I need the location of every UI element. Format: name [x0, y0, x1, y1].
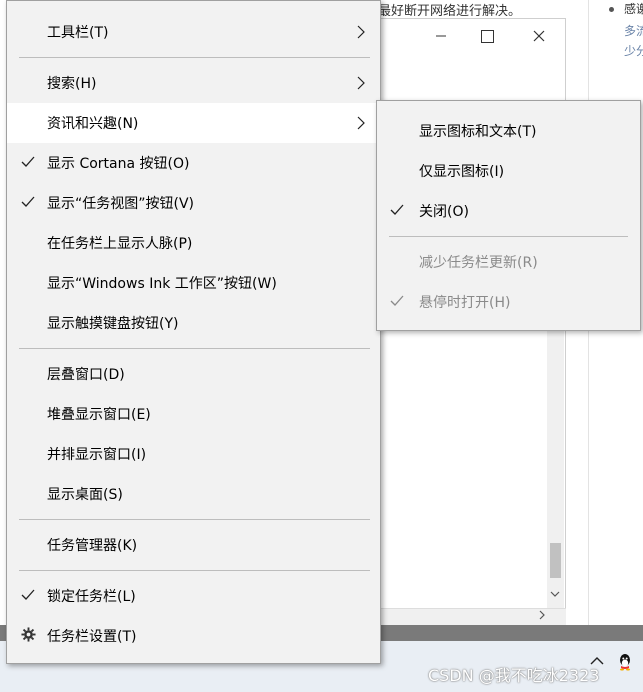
- checkmark-icon: [20, 194, 36, 212]
- menu-item-label: 显示“任务视图”按钮(V): [47, 196, 195, 212]
- menu-item-label: 层叠窗口(D): [47, 367, 125, 383]
- article-text-line: 最好断开网络进行解决。: [378, 4, 522, 16]
- watermark: CSDN @我不吃冰2323: [428, 666, 600, 685]
- checkmark-icon: [389, 202, 405, 220]
- menu-item-label: 显示图标和文本(T): [419, 124, 537, 140]
- chevron-right-icon: [357, 63, 369, 103]
- menu-separator: [19, 348, 370, 349]
- close-button[interactable]: [513, 19, 565, 53]
- submenu-item-icon-only[interactable]: 仅显示图标(I): [377, 151, 640, 191]
- menu-item-label: 并排显示窗口(I): [47, 447, 147, 463]
- menu-item-taskbar-settings[interactable]: 任务栏设置(T): [7, 616, 380, 656]
- menu-item-show-people[interactable]: 在任务栏上显示人脉(P): [7, 223, 380, 263]
- scroll-right-arrow-icon[interactable]: [538, 609, 546, 624]
- submenu-item-icon-and-text[interactable]: 显示图标和文本(T): [377, 111, 640, 151]
- menu-item-label: 堆叠显示窗口(E): [47, 407, 151, 423]
- menu-item-label: 仅显示图标(I): [419, 164, 505, 180]
- menu-item-label: 显示触摸键盘按钮(Y): [47, 316, 179, 332]
- submenu-item-reduce-updates: 减少任务栏更新(R): [377, 242, 640, 282]
- qq-tray-icon[interactable]: [617, 653, 633, 671]
- submenu-item-off[interactable]: 关闭(O): [377, 191, 640, 231]
- horizontal-scrollbar[interactable]: [380, 608, 566, 626]
- menu-separator: [19, 570, 370, 571]
- menu-item-label: 显示“Windows Ink 工作区”按钮(W): [47, 276, 277, 292]
- menu-item-label: 任务管理器(K): [47, 538, 138, 554]
- menu-item-label: 搜索(H): [47, 76, 97, 92]
- menu-item-label: 显示桌面(S): [47, 487, 123, 503]
- checkmark-icon: [389, 293, 405, 311]
- menu-item-label: 悬停时打开(H): [419, 295, 511, 311]
- maximize-icon: [480, 29, 494, 43]
- close-icon: [533, 30, 545, 42]
- tray-chevron-up-icon[interactable]: [590, 651, 604, 670]
- menu-item-task-manager[interactable]: 任务管理器(K): [7, 525, 380, 565]
- gear-icon: [20, 626, 36, 646]
- menu-separator: [19, 57, 370, 58]
- menu-item-side-by-side[interactable]: 并排显示窗口(I): [7, 434, 380, 474]
- menu-separator: [389, 236, 628, 237]
- window-controls: [421, 19, 565, 55]
- menu-item-search[interactable]: 搜索(H): [7, 63, 380, 103]
- menu-item-label: 工具栏(T): [47, 25, 109, 41]
- minimize-icon: [436, 35, 446, 37]
- menu-separator: [19, 519, 370, 520]
- checkmark-icon: [20, 587, 36, 605]
- taskbar-context-menu: 工具栏(T) 搜索(H) 资讯和兴趣(N) 显示 Cortana 按钮(O) 显…: [6, 0, 381, 664]
- maximize-button[interactable]: [461, 19, 513, 53]
- menu-item-toolbars[interactable]: 工具栏(T): [7, 12, 380, 52]
- menu-item-show-task-view[interactable]: 显示“任务视图”按钮(V): [7, 183, 380, 223]
- menu-item-label: 锁定任务栏(L): [47, 589, 136, 605]
- minimize-button[interactable]: [421, 19, 461, 53]
- bullet-icon: [609, 7, 614, 12]
- chevron-right-icon: [357, 103, 369, 143]
- checkmark-icon: [20, 154, 36, 172]
- menu-item-label: 减少任务栏更新(R): [419, 255, 538, 271]
- menu-item-show-desktop[interactable]: 显示桌面(S): [7, 474, 380, 514]
- menu-item-cascade-windows[interactable]: 层叠窗口(D): [7, 354, 380, 394]
- side-text-line: 感谢: [624, 2, 643, 16]
- vertical-scrollbar[interactable]: [547, 318, 564, 608]
- scrollbar-thumb[interactable]: [550, 543, 561, 578]
- menu-item-news-interests[interactable]: 资讯和兴趣(N): [7, 103, 380, 143]
- chevron-right-icon: [357, 12, 369, 52]
- menu-item-label: 任务栏设置(T): [47, 629, 137, 645]
- menu-item-label: 关闭(O): [419, 204, 469, 220]
- menu-item-label: 显示 Cortana 按钮(O): [47, 156, 190, 172]
- news-interests-submenu: 显示图标和文本(T) 仅显示图标(I) 关闭(O) 减少任务栏更新(R) 悬停时…: [376, 100, 641, 331]
- scroll-down-arrow-icon[interactable]: [550, 588, 560, 601]
- side-link-line[interactable]: 多流: [624, 22, 643, 39]
- menu-item-show-touch-keyboard[interactable]: 显示触摸键盘按钮(Y): [7, 303, 380, 343]
- submenu-item-open-on-hover: 悬停时打开(H): [377, 282, 640, 322]
- menu-item-show-windows-ink[interactable]: 显示“Windows Ink 工作区”按钮(W): [7, 263, 380, 303]
- menu-item-label: 在任务栏上显示人脉(P): [47, 236, 193, 252]
- menu-item-label: 资讯和兴趣(N): [47, 116, 139, 132]
- menu-item-show-cortana[interactable]: 显示 Cortana 按钮(O): [7, 143, 380, 183]
- side-link-line[interactable]: 少分: [624, 42, 643, 59]
- menu-item-stacked-windows[interactable]: 堆叠显示窗口(E): [7, 394, 380, 434]
- menu-item-lock-taskbar[interactable]: 锁定任务栏(L): [7, 576, 380, 616]
